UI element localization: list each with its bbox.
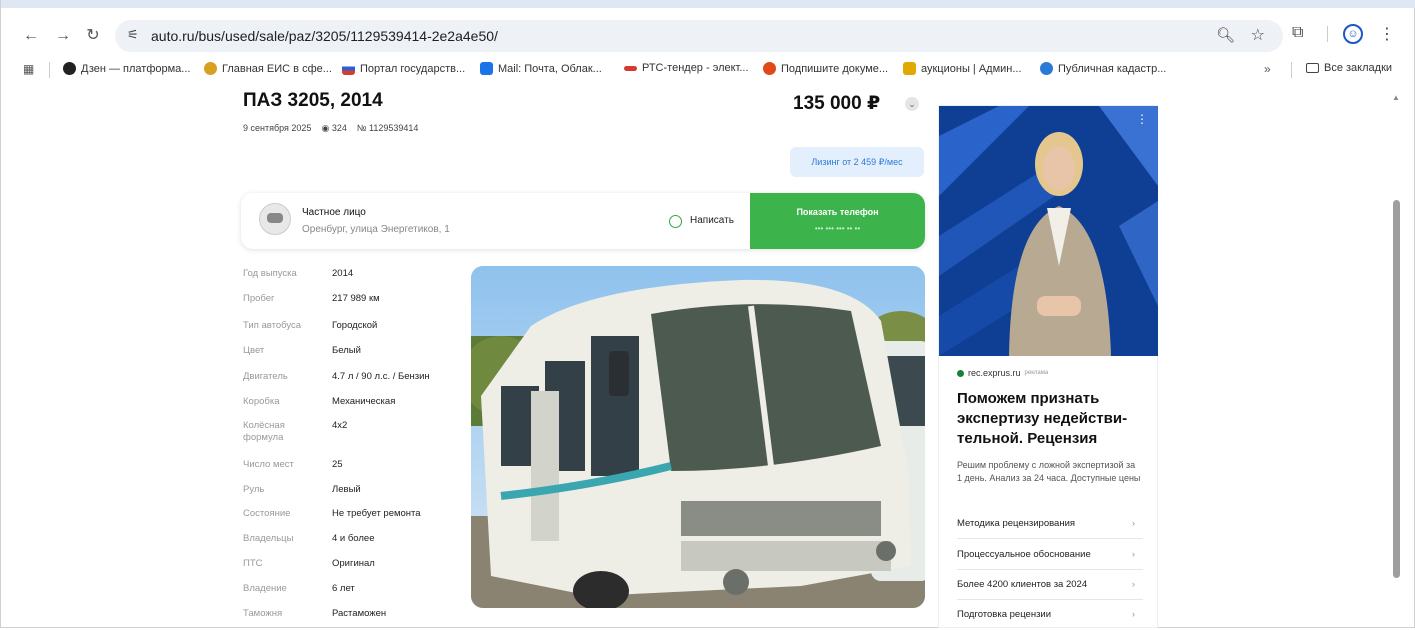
apps-grid-icon[interactable]: ▦ <box>23 62 34 76</box>
back-arrow-icon[interactable]: ← <box>19 24 43 48</box>
chevron-right-icon: › <box>1131 549 1135 560</box>
show-phone-label: Показать телефон <box>796 207 879 217</box>
listing-title: ПАЗ 3205, 2014 <box>243 90 383 111</box>
toolbar: ← → ↻ ⚟ auto.ru/bus/used/sale/paz/3205/1… <box>1 18 1415 54</box>
site-info-icon[interactable]: ⚟ <box>127 27 139 43</box>
bookmark-item[interactable]: Подпишите докуме... <box>763 62 888 75</box>
phone-mask: ••• ••• ••• •• •• <box>814 224 861 233</box>
toolbar-divider <box>1327 26 1328 42</box>
ad-link[interactable]: Процессуальное обоснование › <box>957 540 1143 570</box>
bookmark-favicon-icon <box>763 62 776 75</box>
seller-avatar <box>259 203 291 235</box>
ad-favicon-icon <box>957 369 964 377</box>
ad-menu-icon[interactable]: ⋮ <box>1136 112 1148 126</box>
ad-link[interactable]: Методика рецензирования › <box>957 509 1143 539</box>
bookmark-favicon-icon <box>342 62 355 75</box>
all-bookmarks-button[interactable]: Все закладки <box>1306 62 1392 74</box>
profile-avatar-icon[interactable]: ☺ <box>1343 24 1363 44</box>
more-bookmarks-chevron[interactable]: » <box>1264 62 1271 76</box>
ad-banner[interactable]: ⋮ rec.exprus.ru реклама Поможем признать… <box>938 105 1158 628</box>
chevron-right-icon: › <box>1131 579 1135 590</box>
leasing-button[interactable]: Лизинг от 2 459 ₽/мес <box>790 147 924 177</box>
seller-name: Частное лицо <box>302 207 366 218</box>
listing-number: № 1129539414 <box>356 123 419 133</box>
chat-icon[interactable] <box>669 215 682 228</box>
scroll-up-arrow-icon[interactable]: ▲ <box>1392 93 1400 102</box>
write-message-button[interactable]: Написать <box>690 215 734 226</box>
bookmark-favicon-icon <box>63 62 76 75</box>
listing-meta: 9 сентября 2025 ◉ 324 № 1129539414 <box>243 123 418 134</box>
browser-window: ← → ↻ ⚟ auto.ru/bus/used/sale/paz/3205/1… <box>0 0 1415 628</box>
forward-arrow-icon[interactable]: → <box>51 24 75 48</box>
listing-date: 9 сентября 2025 <box>243 123 312 133</box>
price-dropdown-chevron-icon[interactable]: ⌄ <box>905 97 919 111</box>
bookmark-favicon-icon <box>480 62 493 75</box>
zoom-icon[interactable]: 🔍︎ <box>1216 26 1235 44</box>
bookmark-favicon-icon <box>1040 62 1053 75</box>
seller-card: Частное лицо Оренбург, улица Энергетиков… <box>241 193 925 249</box>
price: 135 000 ₽ <box>793 93 881 114</box>
ad-image[interactable]: ⋮ <box>939 106 1158 356</box>
views-count: ◉ 324 <box>321 123 347 133</box>
bookmark-favicon-icon <box>903 62 916 75</box>
bookmark-item[interactable]: аукционы | Админ... <box>903 62 1022 75</box>
chevron-right-icon: › <box>1131 609 1135 620</box>
tab-strip-edge <box>1 0 1415 8</box>
show-phone-button[interactable]: Показать телефон ••• ••• ••• •• •• <box>750 193 925 249</box>
bookmark-item[interactable]: Дзен — платформа... <box>63 62 190 75</box>
bookmark-item[interactable]: Портал государств... <box>342 62 465 75</box>
folder-icon <box>1306 63 1319 73</box>
address-bar[interactable]: ⚟ auto.ru/bus/used/sale/paz/3205/1129539… <box>115 20 1283 52</box>
bookmark-item[interactable]: Публичная кадастр... <box>1040 62 1166 75</box>
bookmark-item[interactable]: Mail: Почта, Облак... <box>480 62 602 75</box>
scrollbar-thumb[interactable] <box>1393 200 1400 578</box>
reload-icon[interactable]: ↻ <box>81 24 105 48</box>
bookmark-item[interactable]: Главная ЕИС в сфе... <box>204 62 332 75</box>
ad-link[interactable]: Подготовка рецензии › <box>957 600 1143 630</box>
bus-photo-illustration <box>471 266 925 608</box>
url-text[interactable]: auto.ru/bus/used/sale/paz/3205/112953941… <box>151 28 498 44</box>
bookmark-favicon-icon <box>204 62 217 75</box>
bookmark-favicon-icon <box>624 65 637 71</box>
ad-headline[interactable]: Поможем признать экспертизу недействи-те… <box>957 389 1152 449</box>
bookmarks-divider <box>49 62 50 78</box>
seller-address: Оренбург, улица Энергетиков, 1 <box>302 224 450 235</box>
chevron-right-icon: › <box>1131 518 1135 529</box>
ad-photo-illustration <box>939 106 1158 356</box>
bookmarks-bar: ▦ Дзен — платформа... Главная ЕИС в сфе.… <box>1 58 1415 84</box>
ad-description: Решим проблему с ложной экспертизой за 1… <box>957 460 1141 483</box>
bookmark-star-icon[interactable]: ☆ <box>1251 25 1265 45</box>
ad-source[interactable]: rec.exprus.ru реклама <box>957 368 1048 378</box>
listing-photo[interactable] <box>471 266 925 608</box>
extensions-icon[interactable]: ⧉ <box>1292 24 1303 42</box>
bookmark-item[interactable]: РТС-тендер - элект... <box>624 62 749 74</box>
menu-icon[interactable]: ⋮ <box>1379 24 1395 44</box>
eye-icon: ◉ <box>321 123 330 133</box>
ad-link[interactable]: Более 4200 клиентов за 2024 › <box>957 570 1143 600</box>
bookmarks-divider <box>1291 62 1292 78</box>
